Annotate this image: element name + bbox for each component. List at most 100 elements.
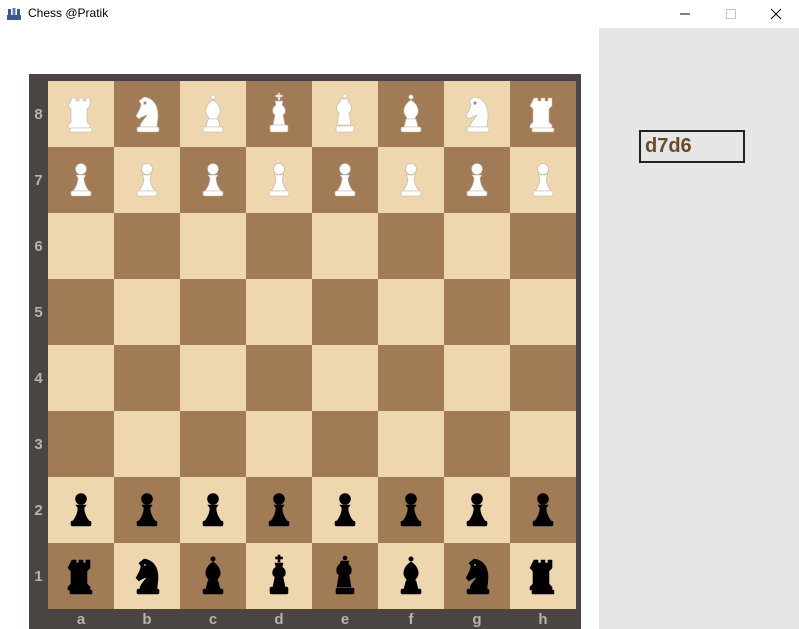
white-queen-icon[interactable] bbox=[325, 92, 365, 136]
square-h7[interactable] bbox=[510, 147, 576, 213]
white-pawn-icon[interactable] bbox=[325, 158, 365, 202]
maximize-button[interactable] bbox=[708, 0, 754, 28]
square-a2[interactable] bbox=[48, 477, 114, 543]
square-f6[interactable] bbox=[378, 213, 444, 279]
square-d3[interactable] bbox=[246, 411, 312, 477]
white-bishop-icon[interactable] bbox=[391, 92, 431, 136]
square-f4[interactable] bbox=[378, 345, 444, 411]
square-a3[interactable] bbox=[48, 411, 114, 477]
square-c5[interactable] bbox=[180, 279, 246, 345]
white-rook-icon[interactable] bbox=[523, 92, 563, 136]
square-d8[interactable] bbox=[246, 81, 312, 147]
white-pawn-icon[interactable] bbox=[193, 158, 233, 202]
square-e1[interactable] bbox=[312, 543, 378, 609]
square-h3[interactable] bbox=[510, 411, 576, 477]
square-b5[interactable] bbox=[114, 279, 180, 345]
square-c8[interactable] bbox=[180, 81, 246, 147]
square-f8[interactable] bbox=[378, 81, 444, 147]
square-a8[interactable] bbox=[48, 81, 114, 147]
white-pawn-icon[interactable] bbox=[259, 158, 299, 202]
square-e8[interactable] bbox=[312, 81, 378, 147]
square-c3[interactable] bbox=[180, 411, 246, 477]
square-c2[interactable] bbox=[180, 477, 246, 543]
square-g1[interactable] bbox=[444, 543, 510, 609]
black-pawn-icon[interactable] bbox=[259, 488, 299, 532]
square-b3[interactable] bbox=[114, 411, 180, 477]
black-king-icon[interactable] bbox=[259, 554, 299, 598]
square-b2[interactable] bbox=[114, 477, 180, 543]
black-queen-icon[interactable] bbox=[325, 554, 365, 598]
square-d5[interactable] bbox=[246, 279, 312, 345]
square-h4[interactable] bbox=[510, 345, 576, 411]
square-c6[interactable] bbox=[180, 213, 246, 279]
white-pawn-icon[interactable] bbox=[127, 158, 167, 202]
close-button[interactable] bbox=[753, 0, 799, 28]
square-e6[interactable] bbox=[312, 213, 378, 279]
square-a5[interactable] bbox=[48, 279, 114, 345]
square-g4[interactable] bbox=[444, 345, 510, 411]
square-d2[interactable] bbox=[246, 477, 312, 543]
square-a4[interactable] bbox=[48, 345, 114, 411]
square-h8[interactable] bbox=[510, 81, 576, 147]
square-a6[interactable] bbox=[48, 213, 114, 279]
black-pawn-icon[interactable] bbox=[325, 488, 365, 532]
square-f5[interactable] bbox=[378, 279, 444, 345]
black-knight-icon[interactable] bbox=[127, 554, 167, 598]
white-pawn-icon[interactable] bbox=[523, 158, 563, 202]
white-knight-icon[interactable] bbox=[127, 92, 167, 136]
square-e3[interactable] bbox=[312, 411, 378, 477]
square-f2[interactable] bbox=[378, 477, 444, 543]
black-pawn-icon[interactable] bbox=[61, 488, 101, 532]
square-g7[interactable] bbox=[444, 147, 510, 213]
black-bishop-icon[interactable] bbox=[391, 554, 431, 598]
minimize-button[interactable] bbox=[662, 0, 708, 28]
square-c4[interactable] bbox=[180, 345, 246, 411]
square-f1[interactable] bbox=[378, 543, 444, 609]
chess-board[interactable] bbox=[48, 81, 576, 609]
square-c1[interactable] bbox=[180, 543, 246, 609]
square-b4[interactable] bbox=[114, 345, 180, 411]
black-pawn-icon[interactable] bbox=[457, 488, 497, 532]
black-pawn-icon[interactable] bbox=[391, 488, 431, 532]
black-pawn-icon[interactable] bbox=[523, 488, 563, 532]
white-rook-icon[interactable] bbox=[61, 92, 101, 136]
square-h5[interactable] bbox=[510, 279, 576, 345]
square-e4[interactable] bbox=[312, 345, 378, 411]
black-pawn-icon[interactable] bbox=[127, 488, 167, 532]
square-d7[interactable] bbox=[246, 147, 312, 213]
square-d6[interactable] bbox=[246, 213, 312, 279]
square-g2[interactable] bbox=[444, 477, 510, 543]
black-pawn-icon[interactable] bbox=[193, 488, 233, 532]
square-g8[interactable] bbox=[444, 81, 510, 147]
white-pawn-icon[interactable] bbox=[61, 158, 101, 202]
square-b1[interactable] bbox=[114, 543, 180, 609]
square-h1[interactable] bbox=[510, 543, 576, 609]
square-e5[interactable] bbox=[312, 279, 378, 345]
square-a1[interactable] bbox=[48, 543, 114, 609]
black-knight-icon[interactable] bbox=[457, 554, 497, 598]
white-king-icon[interactable] bbox=[259, 92, 299, 136]
square-c7[interactable] bbox=[180, 147, 246, 213]
black-rook-icon[interactable] bbox=[61, 554, 101, 598]
square-b7[interactable] bbox=[114, 147, 180, 213]
square-f7[interactable] bbox=[378, 147, 444, 213]
square-d1[interactable] bbox=[246, 543, 312, 609]
square-f3[interactable] bbox=[378, 411, 444, 477]
square-e2[interactable] bbox=[312, 477, 378, 543]
white-pawn-icon[interactable] bbox=[391, 158, 431, 202]
square-a7[interactable] bbox=[48, 147, 114, 213]
square-g3[interactable] bbox=[444, 411, 510, 477]
square-h2[interactable] bbox=[510, 477, 576, 543]
square-d4[interactable] bbox=[246, 345, 312, 411]
black-bishop-icon[interactable] bbox=[193, 554, 233, 598]
square-b8[interactable] bbox=[114, 81, 180, 147]
square-e7[interactable] bbox=[312, 147, 378, 213]
square-g5[interactable] bbox=[444, 279, 510, 345]
square-g6[interactable] bbox=[444, 213, 510, 279]
square-h6[interactable] bbox=[510, 213, 576, 279]
white-bishop-icon[interactable] bbox=[193, 92, 233, 136]
square-b6[interactable] bbox=[114, 213, 180, 279]
white-pawn-icon[interactable] bbox=[457, 158, 497, 202]
black-rook-icon[interactable] bbox=[523, 554, 563, 598]
white-knight-icon[interactable] bbox=[457, 92, 497, 136]
